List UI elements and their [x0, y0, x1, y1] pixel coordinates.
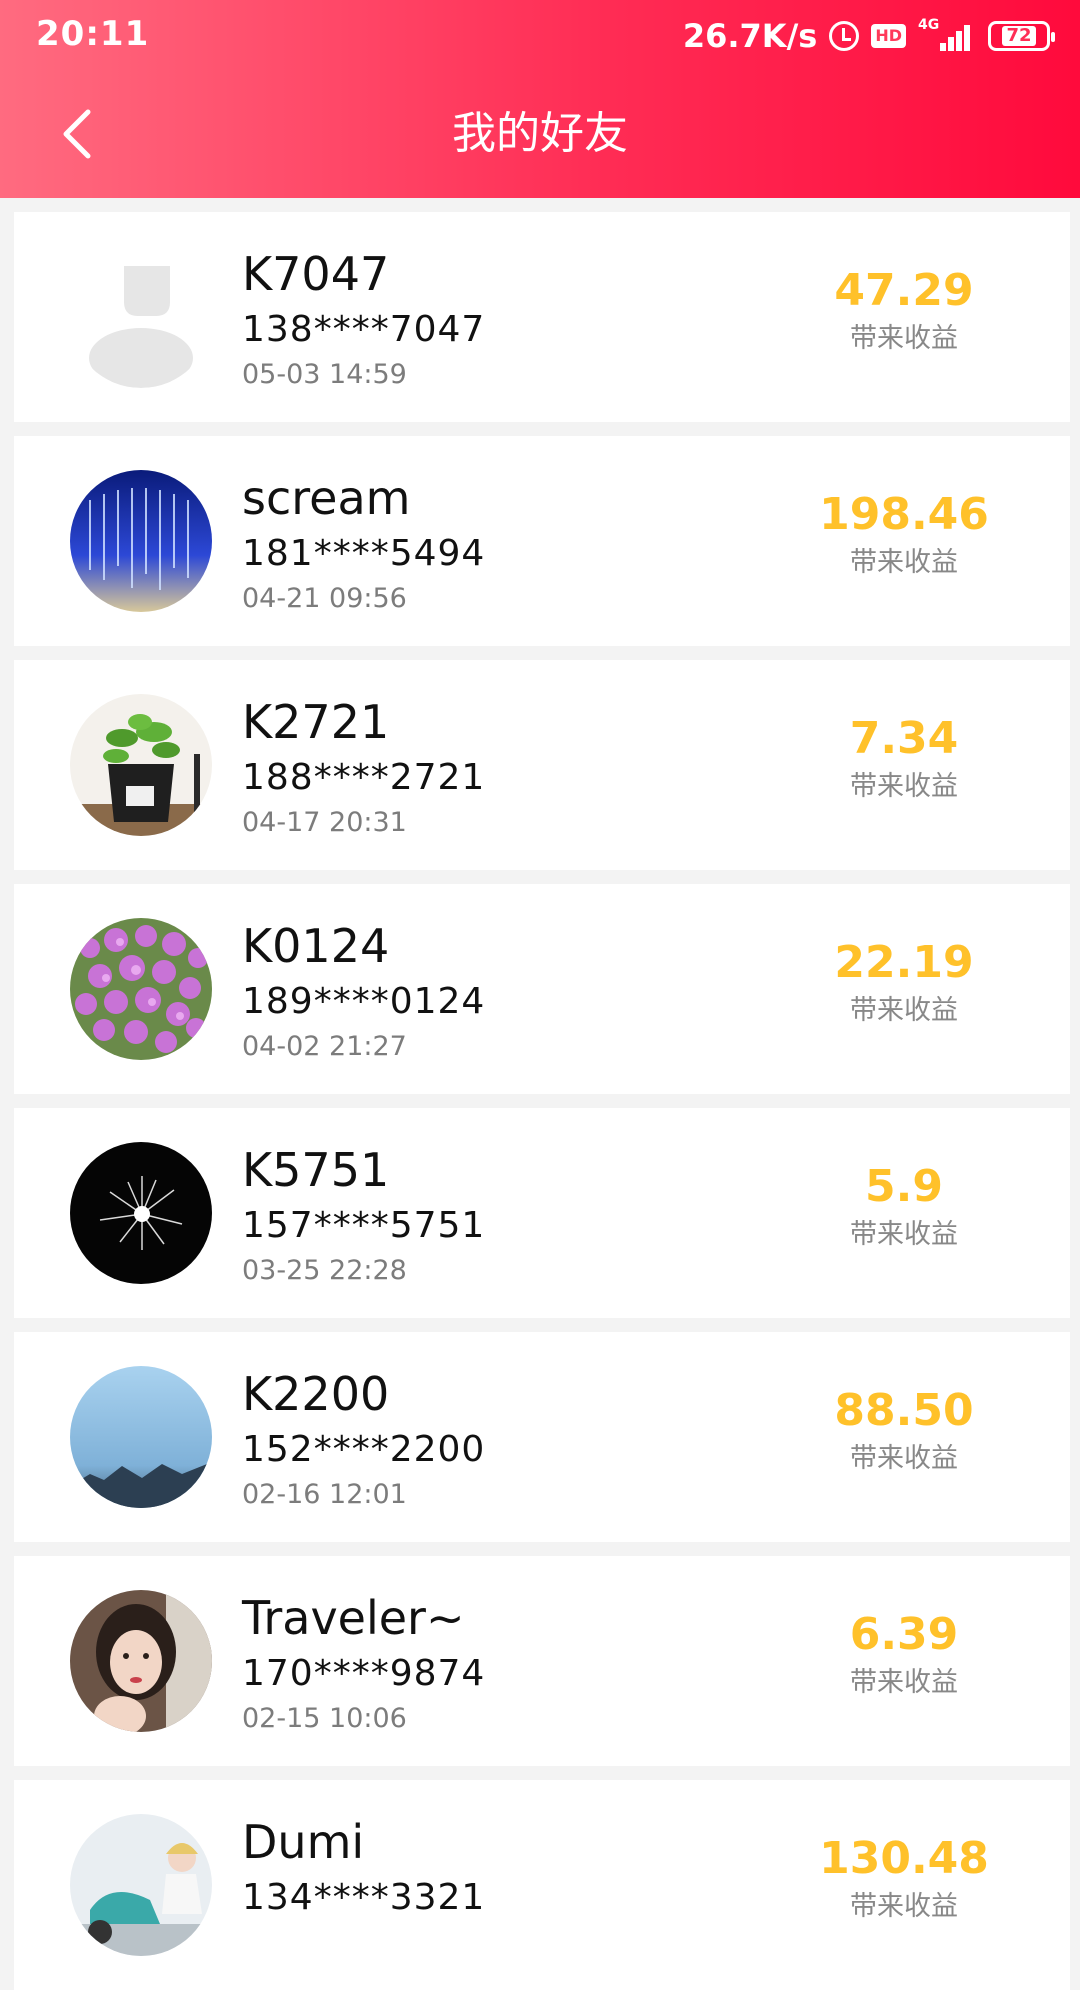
friend-phone: 188****2721: [242, 757, 486, 798]
friend-name: scream: [242, 471, 411, 525]
potted-plant-photo: [70, 694, 212, 836]
firework-photo: [70, 1142, 212, 1284]
page-title: 我的好友: [452, 108, 628, 159]
app-header: 20:11 26.7K/s HD 4G 72 我的好友: [0, 0, 1080, 198]
friend-name: K0124: [242, 919, 390, 973]
friend-name: K2721: [242, 695, 390, 749]
friend-card[interactable]: Traveler~ 170****9874 02-15 10:06 6.39 带…: [14, 1556, 1070, 1766]
earnings-label: 带来收益: [850, 323, 958, 354]
earnings-label: 带来收益: [850, 995, 958, 1026]
hd-icon: HD: [871, 24, 906, 48]
earnings-amount: 47.29: [834, 265, 974, 316]
earnings-amount: 22.19: [834, 937, 974, 988]
friend-name: K5751: [242, 1143, 390, 1197]
friend-phone: 134****3321: [242, 1877, 486, 1918]
earnings-amount: 88.50: [834, 1385, 974, 1436]
status-time: 20:11: [36, 14, 150, 54]
portrait-photo: [70, 1590, 212, 1732]
friend-card[interactable]: K2200 152****2200 02-16 12:01 88.50 带来收益: [14, 1332, 1070, 1542]
earnings-label: 带来收益: [850, 1667, 958, 1698]
friend-date: 04-21 09:56: [242, 583, 407, 614]
friend-name: K2200: [242, 1367, 390, 1421]
earnings-label: 带来收益: [850, 771, 958, 802]
friend-card[interactable]: K0124 189****0124 04-02 21:27 22.19 带来收益: [14, 884, 1070, 1094]
light-installation-photo: [70, 470, 212, 612]
friend-card[interactable]: K5751 157****5751 03-25 22:28 5.9 带来收益: [14, 1108, 1070, 1318]
friend-date: 04-02 21:27: [242, 1031, 407, 1062]
friend-date: 02-15 10:06: [242, 1703, 407, 1734]
misty-sky-photo: [70, 1366, 212, 1508]
friend-date: 04-17 20:31: [242, 807, 407, 838]
friend-phone: 189****0124: [242, 981, 486, 1022]
earnings-amount: 6.39: [849, 1609, 959, 1660]
earnings-amount: 130.48: [819, 1833, 989, 1884]
scooter-photo: [70, 1814, 212, 1956]
status-bar: 20:11 26.7K/s HD 4G 72: [0, 0, 1080, 74]
status-indicators: 26.7K/s HD 4G 72: [682, 14, 1055, 58]
friend-card[interactable]: K7047 138****7047 05-03 14:59 47.29 带来收益: [14, 212, 1070, 422]
friend-date: 02-16 12:01: [242, 1479, 407, 1510]
battery-level: 72: [1002, 26, 1036, 46]
friend-phone: 181****5494: [242, 533, 486, 574]
friend-name: Dumi: [242, 1815, 365, 1869]
friend-phone: 157****5751: [242, 1205, 486, 1246]
friend-name: Traveler~: [242, 1591, 465, 1645]
earnings-amount: 5.9: [865, 1161, 943, 1212]
friend-card[interactable]: scream 181****5494 04-21 09:56 198.46 带来…: [14, 436, 1070, 646]
friend-name: K7047: [242, 247, 390, 301]
earnings-amount: 198.46: [819, 489, 989, 540]
earnings-label: 带来收益: [850, 1891, 958, 1922]
friend-phone: 152****2200: [242, 1429, 486, 1470]
battery-icon: 72: [988, 21, 1055, 51]
default-user-icon: [70, 246, 212, 388]
alarm-icon: [829, 21, 860, 51]
friend-phone: 170****9874: [242, 1653, 486, 1694]
earnings-label: 带来收益: [850, 1219, 958, 1250]
friend-date: 03-25 22:28: [242, 1255, 407, 1286]
earnings-label: 带来收益: [850, 1443, 958, 1474]
network-type: 4G: [918, 17, 940, 33]
friend-phone: 138****7047: [242, 309, 486, 350]
friend-card[interactable]: K2721 188****2721 04-17 20:31 7.34 带来收益: [14, 660, 1070, 870]
signal-icon: 4G: [918, 17, 976, 53]
friend-card[interactable]: Dumi 134****3321 130.48 带来收益: [14, 1780, 1070, 1990]
purple-flowers-photo: [70, 918, 212, 1060]
earnings-amount: 7.34: [849, 713, 959, 764]
earnings-label: 带来收益: [850, 547, 958, 578]
network-speed: 26.7K/s: [682, 17, 818, 55]
friend-date: 05-03 14:59: [242, 359, 407, 390]
